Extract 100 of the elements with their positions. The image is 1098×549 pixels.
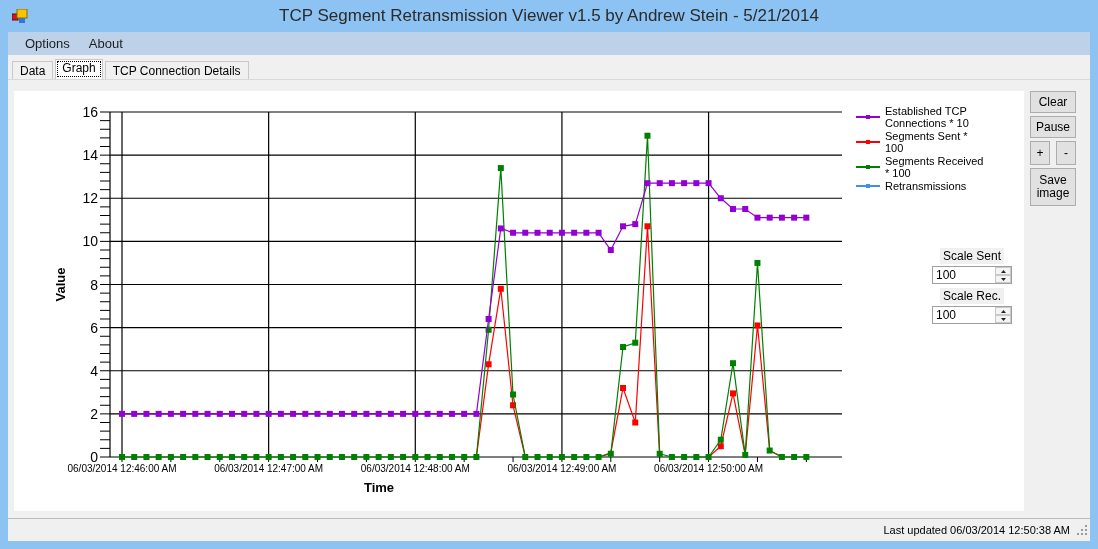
y-tick-label: 12 xyxy=(82,190,98,207)
data-point xyxy=(265,454,272,460)
data-point xyxy=(754,259,761,266)
data-point xyxy=(167,454,174,460)
legend-line-icon xyxy=(856,114,880,120)
field-label: Scale Rec. xyxy=(940,288,1004,304)
data-point xyxy=(363,410,370,417)
data-point xyxy=(656,450,663,457)
data-point xyxy=(778,214,785,221)
data-point xyxy=(583,229,590,236)
data-point xyxy=(448,454,455,460)
data-point xyxy=(229,410,235,417)
menu-item[interactable]: Options xyxy=(25,36,70,51)
legend-line-icon xyxy=(856,183,880,189)
legend-label: Segments Sent * 100 xyxy=(885,130,969,154)
data-point xyxy=(314,410,321,417)
data-point xyxy=(155,410,162,417)
tab[interactable]: Graph xyxy=(55,59,103,79)
data-point xyxy=(204,454,211,460)
data-point xyxy=(375,454,382,460)
data-point xyxy=(681,454,688,460)
data-point xyxy=(119,454,125,460)
data-point xyxy=(326,454,333,460)
number-spinner[interactable]: 100 xyxy=(932,266,1012,284)
action-button[interactable]: - xyxy=(1056,141,1076,165)
data-point xyxy=(510,402,517,409)
data-point xyxy=(522,229,529,236)
data-point xyxy=(791,214,798,221)
data-point xyxy=(387,454,394,460)
window-title: TCP Segment Retransmission Viewer v1.5 by Andrew Stein - 5/21/2014 xyxy=(278,6,820,26)
data-point xyxy=(656,180,663,187)
data-point xyxy=(326,410,333,417)
data-point xyxy=(143,410,150,417)
data-point xyxy=(534,229,541,236)
x-axis-title: Time xyxy=(363,480,395,495)
resize-grip-icon[interactable] xyxy=(1076,524,1088,536)
data-point xyxy=(180,454,187,460)
data-point xyxy=(546,454,553,460)
legend-line-icon xyxy=(856,139,880,145)
spin-up-button[interactable] xyxy=(995,307,1011,315)
data-point xyxy=(766,447,773,454)
data-point xyxy=(192,410,199,417)
y-axis-title: Value xyxy=(53,267,68,302)
data-point xyxy=(558,229,565,236)
data-point xyxy=(607,247,614,253)
data-point xyxy=(742,206,749,213)
legend-label: Segments Received * 100 xyxy=(885,155,985,179)
data-point xyxy=(668,180,675,187)
data-point xyxy=(632,419,639,426)
x-tick-label: 06/03/2014 12:46:00 AM xyxy=(67,463,177,474)
legend-line-icon xyxy=(856,164,880,170)
y-tick-label: 4 xyxy=(90,362,98,379)
action-button[interactable]: Pause xyxy=(1030,116,1076,138)
data-point xyxy=(351,454,358,460)
data-point xyxy=(253,454,260,460)
data-point xyxy=(461,410,468,417)
data-point xyxy=(338,454,345,460)
tab[interactable]: TCP Connection Details xyxy=(104,61,249,79)
number-spinner[interactable]: 100 xyxy=(932,306,1012,324)
data-point xyxy=(534,454,541,460)
data-point xyxy=(791,454,798,460)
data-point xyxy=(485,326,492,333)
x-tick-label: 06/03/2014 12:49:00 AM xyxy=(507,463,617,474)
action-button[interactable]: Clear xyxy=(1030,91,1076,113)
data-point xyxy=(436,454,443,460)
data-point xyxy=(485,316,492,322)
up-arrow-icon xyxy=(1000,269,1006,273)
data-point xyxy=(766,214,773,221)
data-point xyxy=(705,180,712,187)
data-point xyxy=(424,410,431,417)
data-point xyxy=(155,454,162,460)
x-tick-label: 06/03/2014 12:50:00 AM xyxy=(654,463,764,474)
spin-down-button[interactable] xyxy=(995,275,1011,283)
action-button[interactable]: Save image xyxy=(1030,168,1076,206)
data-point xyxy=(216,410,223,417)
y-tick-label: 6 xyxy=(90,319,98,336)
data-point xyxy=(448,410,455,417)
data-point xyxy=(620,344,627,351)
data-point xyxy=(730,390,736,397)
data-point xyxy=(119,410,125,417)
legend-label: Established TCP Connections * 10 xyxy=(885,105,970,129)
data-point xyxy=(522,454,529,460)
data-point xyxy=(620,385,627,391)
menu-item[interactable]: About xyxy=(88,36,123,51)
data-point xyxy=(302,410,309,417)
y-tick-label: 8 xyxy=(90,276,98,293)
data-point xyxy=(730,360,736,367)
data-point xyxy=(290,410,297,417)
spin-down-button[interactable] xyxy=(995,315,1011,323)
spin-up-button[interactable] xyxy=(995,267,1011,275)
data-point xyxy=(375,410,382,417)
tab[interactable]: Data xyxy=(12,61,54,79)
data-point xyxy=(803,454,810,460)
data-point xyxy=(583,454,590,460)
data-point xyxy=(387,410,394,417)
action-button[interactable]: + xyxy=(1030,141,1050,165)
data-point xyxy=(143,454,150,460)
data-point xyxy=(253,410,260,417)
data-point xyxy=(632,339,639,346)
data-point xyxy=(693,454,700,460)
